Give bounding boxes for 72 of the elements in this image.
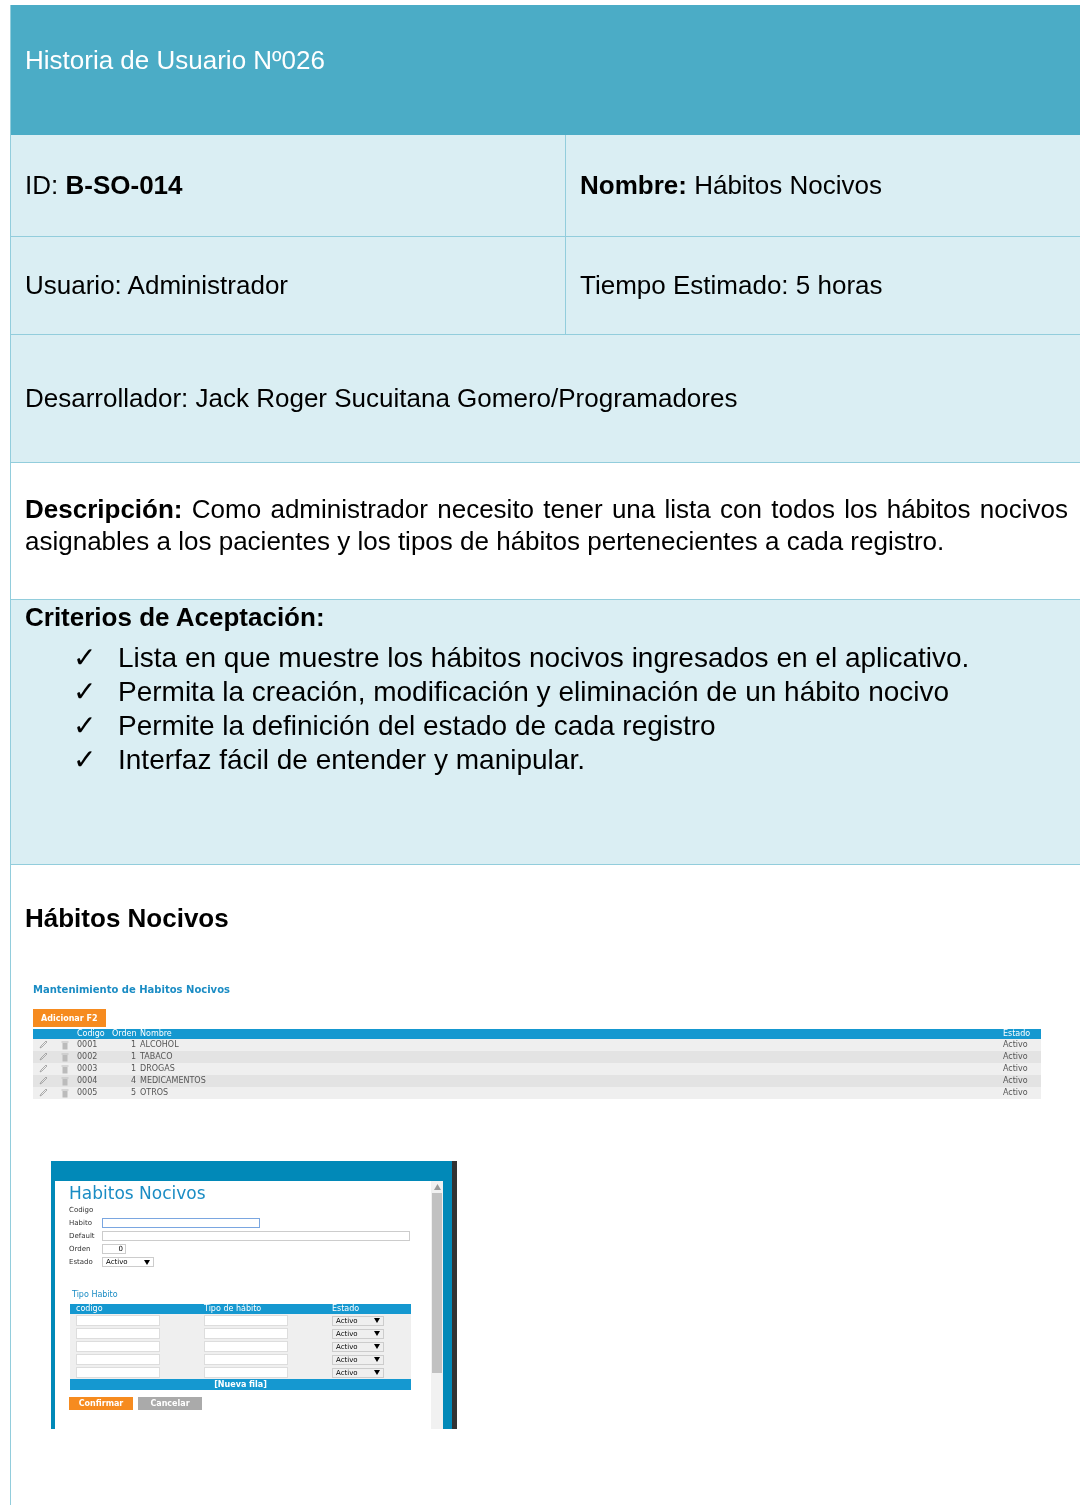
column-header: codigo [76,1304,104,1314]
table-cell-text: 0003 [77,1064,99,1074]
criterion-text: Permite la definición del estado de cada registro [118,709,716,743]
table-cell-text: TABACO [140,1052,174,1062]
code-input-field[interactable] [76,1354,160,1365]
table-cell-text: ALCOHOL [140,1040,180,1050]
type-input-field[interactable] [204,1328,288,1339]
type-input-field[interactable] [204,1354,288,1365]
column-header: Orden [112,1029,138,1039]
table-cell-text: Activo [1003,1088,1029,1098]
list-screen-title: Mantenimiento de Habitos Nocivos [33,984,231,995]
time-estimate-text: Tiempo Estimado: 5 horas [580,270,883,301]
table-cell-text: 0001 [77,1040,99,1050]
table-cell-text: 0005 [77,1088,99,1098]
checkmark: ✓ [73,709,96,743]
caret-icon [374,1344,380,1349]
trash-icon[interactable] [60,1052,70,1062]
table-cell-text: MEDICAMENTOS [140,1076,207,1086]
trash-icon[interactable] [60,1064,70,1074]
type-input-field[interactable] [204,1367,288,1378]
dialog-title: Habitos Nocivos [69,1183,207,1203]
table-cell-text: 1 [129,1064,137,1074]
table-cell-text: Activo [1003,1076,1029,1086]
developer-text: Desarrollador: Jack Roger Sucuitana Gomero/Programadores [25,383,738,414]
checkmark: ✓ [73,641,96,675]
caret-icon [374,1318,380,1323]
habito-input-field[interactable] [102,1218,260,1228]
table-cell-text: OTROS [140,1088,170,1098]
name-text: Nombre: Hábitos Nocivos [580,170,882,201]
code-input-field[interactable] [76,1328,160,1339]
criterion-text: Lista en que muestre los hábitos nocivos ingresados en el aplicativo. [118,641,970,675]
type-input-field[interactable] [204,1315,288,1326]
prototype-title: Hábitos Nocivos [25,903,230,934]
table-cell-text: 5 [129,1088,137,1098]
column-header: Estado [332,1304,361,1314]
caret-icon [374,1331,380,1336]
section-title: Tipo Habito [72,1290,119,1299]
scrollbar[interactable] [431,1181,443,1429]
criterion-text: Interfaz fácil de entender y manipular. [118,743,585,777]
type-input-field[interactable] [204,1341,288,1352]
column-header: Nombre [140,1029,173,1039]
code-input-field[interactable] [76,1341,160,1352]
code-input-field[interactable] [76,1367,160,1378]
trash-icon[interactable] [60,1076,70,1086]
criterion-text: Permita la creación, modificación y eliminación de un hábito nocivo [118,675,950,709]
criteria-title: Criterios de Aceptación: [25,602,326,633]
table-cell-text: Activo [1003,1052,1029,1062]
table-cell-text: DROGAS [140,1064,176,1074]
user-text: Usuario: Administrador [25,270,288,301]
story-title: Historia de Usuario Nº026 [25,44,325,76]
column-header: Estado [1003,1029,1032,1039]
scroll-up-icon[interactable] [433,1184,441,1190]
table-cell-text: 0004 [77,1076,99,1086]
table-cell-text: Activo [1003,1064,1029,1074]
checkmark: ✓ [73,675,96,709]
table-cell-text: Activo [1003,1040,1029,1050]
column-header: Tipo de hábito [204,1304,263,1314]
checkmark: ✓ [73,743,96,777]
trash-icon[interactable] [60,1040,70,1050]
table-cell-text: 0002 [77,1052,99,1062]
trash-icon[interactable] [60,1088,70,1098]
default-input-field[interactable] [102,1231,410,1241]
table-cell-text: 4 [129,1076,137,1086]
caret-icon [374,1357,380,1362]
code-input-field[interactable] [76,1315,160,1326]
caret-icon [374,1370,380,1375]
id-text: ID: B-SO-014 [25,170,183,201]
column-header: Codigo [77,1029,106,1039]
table-cell-text: 1 [129,1040,137,1050]
table-cell-text: 1 [129,1052,137,1062]
caret-icon [144,1259,150,1265]
description-text: Descripción: Como administrador necesito tener una lista con todos los hábitos nocivos asignables a los pacientes y los tipos de hábitos pertenecientes a cada registro. [25,493,1068,557]
